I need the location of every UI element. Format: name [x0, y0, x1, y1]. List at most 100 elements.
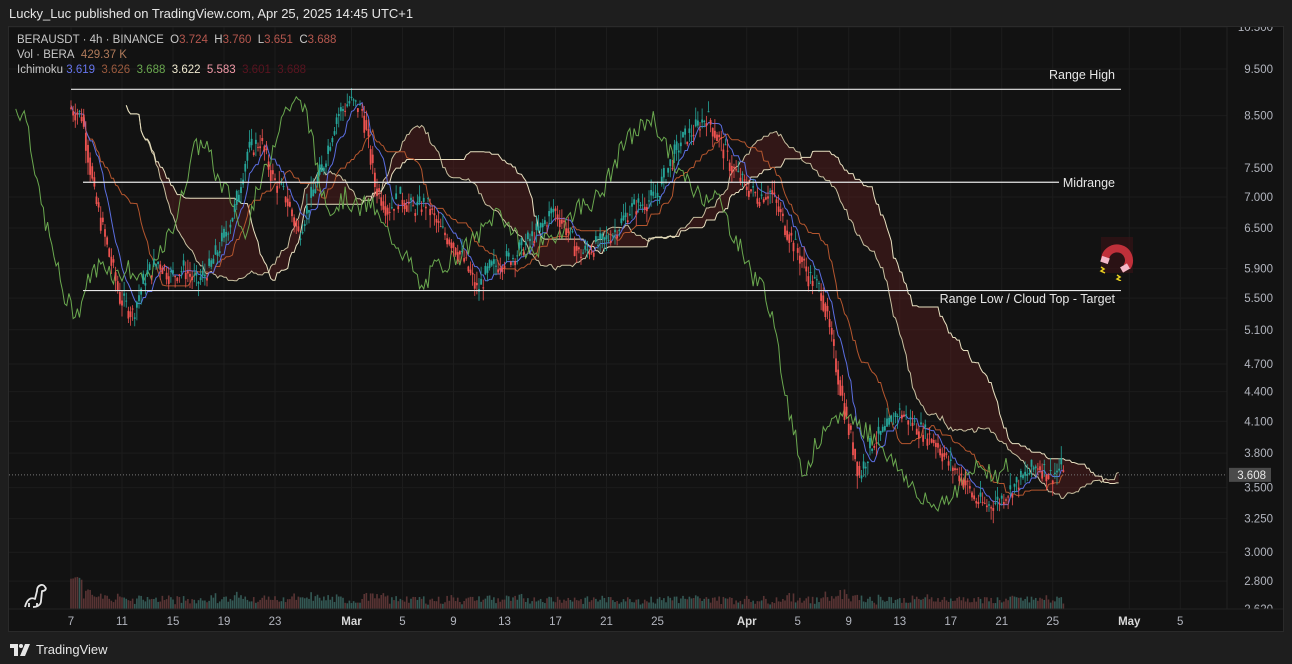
volume-bar	[512, 597, 514, 609]
volume-bar	[342, 597, 344, 609]
ichimoku-extra-value: 3.688	[277, 64, 307, 76]
volume-bar	[439, 603, 442, 609]
candle-body	[541, 223, 544, 228]
volume-bar	[786, 595, 788, 609]
volume-bar	[514, 595, 516, 609]
volume-bar	[637, 599, 640, 609]
volume-bar	[140, 595, 142, 609]
range-low-label[interactable]: Range Low / Cloud Top - Target	[940, 292, 1115, 306]
magnet-icon	[1099, 237, 1133, 281]
volume-bar	[1054, 601, 1056, 609]
price-tick-label: 7.000	[1244, 192, 1273, 204]
candle-body	[815, 279, 818, 281]
candle-body	[539, 222, 542, 228]
candle-body	[830, 328, 833, 335]
volume-bar	[960, 600, 963, 609]
volume-bar	[724, 598, 727, 609]
candle-body	[299, 238, 302, 240]
candle-body	[363, 115, 366, 133]
high-label: H	[214, 34, 223, 46]
volume-bar	[507, 596, 510, 609]
volume-bar	[437, 596, 440, 609]
candle-body	[397, 206, 400, 210]
volume-bar	[87, 589, 89, 609]
candle-body	[533, 240, 536, 244]
candle-body	[686, 141, 689, 145]
candle-body	[265, 148, 268, 151]
candle-body	[138, 295, 140, 302]
volume-bar	[830, 596, 833, 609]
candle-body	[314, 189, 317, 194]
volume-bar	[648, 602, 650, 609]
candle-body	[244, 163, 247, 172]
candle-body	[614, 229, 616, 233]
volume-bar	[962, 597, 965, 609]
volume-bar	[276, 600, 278, 609]
candle-body	[764, 197, 767, 200]
volume-bar	[214, 593, 217, 609]
candle-body	[150, 275, 153, 278]
volume-bar	[522, 598, 525, 609]
volume-bar	[614, 602, 616, 609]
volume-bar	[796, 600, 799, 609]
volume-bar	[939, 601, 941, 609]
volume-bar	[212, 597, 215, 609]
time-tick-label: 19	[218, 616, 231, 628]
tenkan-value: 3.619	[66, 64, 96, 76]
volume-bar	[172, 599, 174, 609]
candle-body	[424, 206, 427, 209]
volume-bar	[607, 596, 610, 609]
midrange-label[interactable]: Midrange	[1063, 176, 1115, 190]
candle-body	[934, 442, 937, 448]
volume-bar	[660, 600, 663, 609]
range-high-label[interactable]: Range High	[1049, 68, 1115, 82]
volume-bar	[533, 597, 536, 609]
volume-bar	[947, 601, 950, 609]
price-tick-label: 3.250	[1244, 514, 1273, 526]
volume-bar	[459, 601, 461, 609]
price-chart[interactable]: 10.500 9.500 8.500 7.500 7.000 6.500 5.900 5.50…	[9, 27, 1284, 632]
candle-body	[713, 130, 716, 138]
volume-bar	[915, 596, 918, 609]
volume-bar	[306, 597, 308, 609]
volume-bar	[909, 602, 912, 609]
volume-bar	[922, 598, 924, 609]
volume-bar	[862, 601, 865, 609]
candle-body	[312, 189, 315, 197]
volume-bar	[201, 600, 204, 609]
candle-body	[756, 198, 759, 204]
volume-bar	[418, 597, 421, 609]
candle-body	[784, 226, 786, 235]
volume-bar	[263, 595, 266, 609]
dino-logo-icon	[24, 584, 47, 608]
time-tick-label: 9	[450, 616, 456, 628]
volume-bar	[450, 595, 453, 609]
volume-bar	[788, 592, 791, 609]
candle-body	[792, 242, 795, 252]
candle-body	[611, 235, 614, 237]
volume-bar	[469, 596, 472, 609]
volume-bar	[686, 599, 689, 609]
volume-bar	[584, 597, 587, 609]
volume-bar	[954, 600, 956, 609]
candle-body	[862, 461, 865, 469]
candle-body	[835, 358, 837, 373]
candle-body	[775, 199, 778, 203]
chart-panel[interactable]: 10.500 9.500 8.500 7.500 7.000 6.500 5.900 5.50…	[8, 26, 1284, 632]
candle-body	[543, 220, 546, 225]
candle-body	[601, 233, 604, 240]
volume-bar	[771, 602, 774, 609]
tradingview-brand[interactable]: TradingView	[10, 642, 108, 657]
candle-body	[843, 403, 846, 420]
volume-bar	[397, 601, 400, 609]
volume-bar	[255, 602, 257, 609]
time-tick-label: Apr	[737, 616, 757, 628]
volume-bar	[631, 602, 633, 609]
volume-bar	[1041, 598, 1043, 609]
volume-bar	[1047, 599, 1050, 609]
candle-body	[378, 188, 381, 192]
volume-bar	[110, 600, 113, 609]
volume-bar	[809, 603, 812, 609]
volume-bar	[274, 596, 276, 609]
candle-body	[849, 425, 852, 430]
